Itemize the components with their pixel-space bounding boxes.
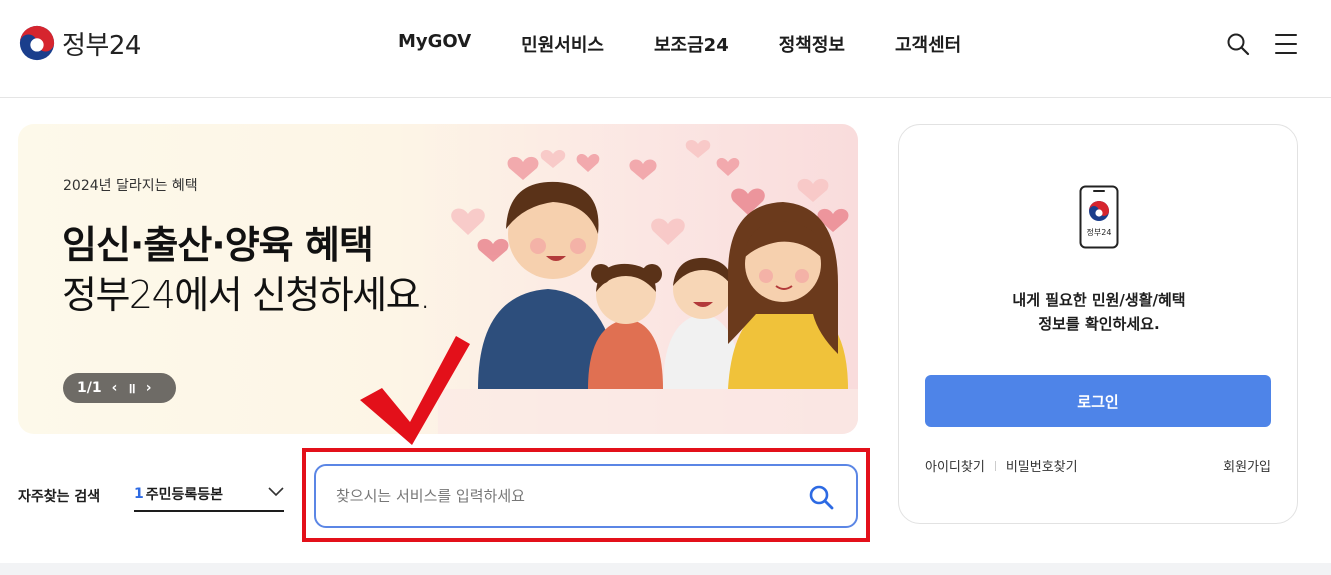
favorites-label: 자주찾는 검색 (18, 489, 101, 505)
favorite-rank: 1 (134, 486, 144, 502)
login-message-line2: 정보를 확인하세요. (1038, 315, 1160, 333)
divider (994, 460, 996, 471)
next-icon[interactable]: › (146, 380, 152, 396)
nav-civil-service[interactable]: 민원서비스 (521, 31, 604, 57)
find-id-link[interactable]: 아이디찾기 (925, 456, 985, 475)
login-links: 아이디찾기 비밀번호찾기 회원가입 (925, 456, 1271, 475)
heart-icon (685, 139, 711, 158)
heart-icon (451, 208, 485, 235)
search-input[interactable] (336, 487, 776, 505)
red-checkmark-icon (360, 336, 470, 445)
chevron-down-icon (268, 487, 284, 497)
login-message-line1: 내게 필요한 민원/생활/혜택 (1012, 291, 1186, 309)
login-message: 내게 필요한 민원/생활/혜택 정보를 확인하세요. (899, 288, 1299, 336)
heart-icon (716, 157, 740, 176)
login-button[interactable]: 로그인 (925, 375, 1271, 427)
favorite-keyword: 주민등록등본 (145, 487, 224, 503)
mobile-logo-caption: 정부24 (1087, 227, 1112, 237)
search-button-icon[interactable] (808, 484, 834, 510)
banner-pager-control: 1/1 ‹ ॥ › (63, 373, 176, 403)
mobile-gov24-icon: 정부24 (1079, 185, 1119, 249)
login-card: 정부24 내게 필요한 민원/생활/혜택 정보를 확인하세요. 로그인 아이디찾… (898, 124, 1298, 524)
find-password-link[interactable]: 비밀번호찾기 (1006, 456, 1078, 475)
banner-pager-count: 1/1 (77, 380, 102, 396)
heart-icon (576, 153, 600, 172)
search-box (314, 464, 858, 528)
heart-icon (651, 218, 685, 245)
heart-icon (507, 156, 539, 180)
section-divider (0, 563, 1331, 575)
taegeuk-logo-icon (19, 25, 55, 61)
logo-text: 정부24 (62, 30, 141, 61)
pause-icon[interactable]: ॥ (127, 379, 135, 398)
favorites-dropdown[interactable]: 1 주민등록등본 (134, 478, 284, 512)
banner-subtitle: 2024년 달라지는 혜택 (63, 178, 198, 194)
heart-icon (629, 159, 657, 180)
heart-icon (797, 178, 829, 202)
banner-title: 임신·출산·양육 혜택 (62, 223, 374, 267)
search-icon[interactable] (1226, 32, 1250, 56)
logo[interactable]: 정부24 (18, 24, 141, 62)
nav-customer-center[interactable]: 고객센터 (895, 31, 961, 57)
nav-mygov[interactable]: MyGOV (398, 31, 471, 57)
heart-icon (477, 238, 509, 262)
nav-subsidy24[interactable]: 보조금24 (654, 31, 729, 57)
family-illustration (438, 139, 858, 434)
hamburger-menu-icon[interactable] (1275, 34, 1297, 54)
heart-icon (540, 149, 566, 168)
banner-description: 정부24에서 신청하세요. (62, 273, 431, 317)
prev-icon[interactable]: ‹ (112, 380, 118, 396)
header: 정부24 MyGOV 민원서비스 보조금24 정책정보 고객센터 (0, 0, 1331, 98)
signup-link[interactable]: 회원가입 (1223, 456, 1271, 475)
nav-policy-info[interactable]: 정책정보 (779, 31, 845, 57)
main-nav: MyGOV 민원서비스 보조금24 정책정보 고객센터 (398, 31, 961, 57)
